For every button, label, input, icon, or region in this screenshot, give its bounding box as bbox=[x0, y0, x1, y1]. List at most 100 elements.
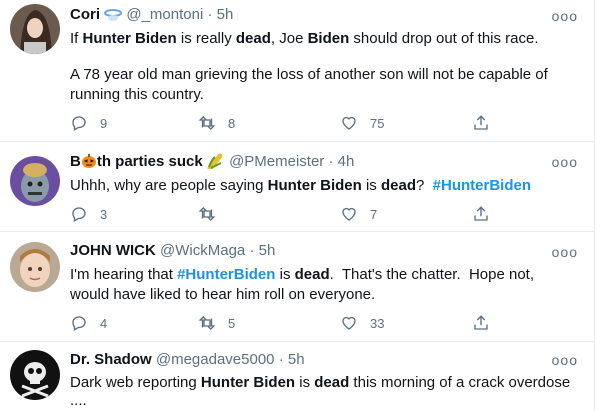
text-segment: is bbox=[361, 177, 381, 194]
text-bold: dead bbox=[380, 177, 416, 194]
text-segment: If bbox=[70, 30, 83, 47]
tweet-text-paragraph: A 78 year old man grieving the loss of a… bbox=[70, 66, 548, 103]
separator-dot: · bbox=[328, 153, 334, 170]
hashtag-link[interactable]: #HunterBiden bbox=[433, 177, 531, 194]
like-button[interactable]: 33 bbox=[340, 313, 384, 333]
tweet-header: Bth parties suck @PMemeister · 4h bbox=[70, 152, 354, 172]
reply-button[interactable]: 3 bbox=[70, 204, 107, 224]
separator-dot: · bbox=[278, 351, 284, 368]
reply-count: 9 bbox=[100, 115, 108, 131]
retweet-button[interactable] bbox=[198, 204, 228, 224]
tweet-feed: Cori @_montoni · 5h ooo If Hunter Biden … bbox=[0, 0, 595, 411]
text-segment: is really bbox=[176, 30, 236, 47]
more-options-icon[interactable]: ooo bbox=[552, 8, 578, 24]
tweet-header: JOHN WICK @WickMaga · 5h bbox=[70, 241, 275, 261]
tweet-actions: 9 8 75 bbox=[70, 113, 500, 133]
text-segment: , Joe bbox=[270, 30, 308, 47]
tweet[interactable]: Cori @_montoni · 5h ooo If Hunter Biden … bbox=[0, 0, 594, 142]
text-bold: Hunter Biden bbox=[82, 30, 177, 47]
separator-dot: · bbox=[207, 6, 213, 23]
handle[interactable]: @_montoni bbox=[126, 6, 203, 23]
corn-icon bbox=[207, 153, 223, 169]
hashtag-link[interactable]: #HunterBiden bbox=[177, 266, 275, 283]
share-button[interactable] bbox=[472, 204, 490, 224]
text-segment: is bbox=[295, 374, 315, 391]
text-segment: this morning of a crack overdose bbox=[349, 374, 571, 391]
share-icon bbox=[474, 115, 488, 130]
handle[interactable]: @WickMaga bbox=[160, 242, 245, 259]
retweet-button[interactable]: 5 bbox=[198, 313, 235, 333]
like-count: 75 bbox=[370, 115, 385, 131]
text-bold: Biden bbox=[307, 30, 350, 47]
pumpkin-icon bbox=[81, 154, 96, 168]
avatar-image bbox=[10, 242, 60, 292]
halo-icon bbox=[104, 9, 123, 21]
more-options-icon[interactable]: ooo bbox=[552, 154, 578, 170]
tweet-text: Dark web reporting Hunter Biden is dead … bbox=[70, 373, 575, 393]
avatar[interactable] bbox=[10, 242, 60, 292]
text-bold: dead bbox=[314, 374, 350, 391]
retweet-icon bbox=[198, 207, 216, 221]
tweet-text: I'm hearing that #HunterBiden is dead. T… bbox=[70, 265, 575, 285]
tweet-text: If Hunter Biden is really dead, Joe Bide… bbox=[70, 29, 575, 49]
retweet-icon bbox=[198, 316, 216, 330]
display-name[interactable]: Cori bbox=[70, 6, 100, 23]
display-name[interactable]: Dr. Shadow bbox=[70, 351, 152, 368]
reply-icon bbox=[72, 316, 86, 331]
timestamp[interactable]: 5h bbox=[217, 6, 234, 23]
avatar[interactable] bbox=[10, 4, 60, 54]
avatar-image bbox=[10, 156, 60, 206]
handle[interactable]: @megadave5000 bbox=[156, 351, 275, 368]
text-segment: is bbox=[275, 266, 295, 283]
text-segment: Dark web reporting bbox=[70, 374, 201, 391]
reply-button[interactable]: 4 bbox=[70, 313, 107, 333]
like-count: 33 bbox=[370, 315, 385, 331]
display-name[interactable]: JOHN WICK bbox=[70, 242, 156, 259]
text-segment: ? bbox=[415, 177, 433, 194]
more-options-icon[interactable]: ooo bbox=[552, 244, 578, 260]
tweet[interactable]: Bth parties suck @PMemeister · 4h ooo Uh… bbox=[0, 142, 594, 232]
text-bold: Hunter Biden bbox=[200, 374, 296, 391]
retweet-icon bbox=[198, 116, 216, 130]
tweet-text: Uhhh, why are people saying Hunter Biden… bbox=[70, 176, 575, 196]
avatar-image bbox=[10, 350, 60, 400]
like-button[interactable]: 7 bbox=[340, 204, 377, 224]
retweet-count: 8 bbox=[228, 115, 236, 131]
more-options-icon[interactable]: ooo bbox=[552, 352, 578, 368]
text-bold: dead bbox=[235, 30, 271, 47]
like-count: 7 bbox=[370, 206, 378, 222]
text-segment: . That's the chatter. Hope not, bbox=[329, 266, 534, 283]
tweet-actions: 4 5 33 bbox=[70, 313, 500, 333]
text-bold: dead bbox=[294, 266, 330, 283]
tweet-text-line: .... bbox=[70, 392, 87, 409]
timestamp[interactable]: 5h bbox=[259, 242, 276, 259]
name-part: B bbox=[70, 153, 81, 170]
name-part: th parties suck bbox=[96, 153, 203, 170]
timestamp[interactable]: 5h bbox=[288, 351, 305, 368]
text-segment: Uhhh, why are people saying bbox=[70, 177, 268, 194]
like-button[interactable]: 75 bbox=[340, 113, 384, 133]
avatar[interactable] bbox=[10, 156, 60, 206]
heart-icon bbox=[342, 116, 356, 130]
text-segment: should drop out of this race. bbox=[349, 30, 539, 47]
avatar-image bbox=[10, 4, 60, 54]
reply-count: 3 bbox=[100, 206, 108, 222]
retweet-button[interactable]: 8 bbox=[198, 113, 235, 133]
share-icon bbox=[474, 206, 488, 221]
share-button[interactable] bbox=[472, 313, 490, 333]
tweet-text-line: would have liked to hear him roll on eve… bbox=[70, 286, 376, 303]
avatar[interactable] bbox=[10, 350, 60, 400]
tweet[interactable]: JOHN WICK @WickMaga · 5h ooo I'm hearing… bbox=[0, 232, 594, 342]
share-icon bbox=[474, 315, 488, 330]
tweet-header: Cori @_montoni · 5h bbox=[70, 5, 233, 25]
display-name[interactable]: Bth parties suck bbox=[70, 153, 203, 170]
reply-button[interactable]: 9 bbox=[70, 113, 107, 133]
tweet-header: Dr. Shadow @megadave5000 · 5h bbox=[70, 350, 305, 370]
share-button[interactable] bbox=[472, 113, 490, 133]
heart-icon bbox=[342, 316, 356, 330]
reply-icon bbox=[72, 116, 86, 131]
handle[interactable]: @PMemeister bbox=[229, 153, 324, 170]
reply-count: 4 bbox=[100, 315, 108, 331]
timestamp[interactable]: 4h bbox=[338, 153, 355, 170]
tweet[interactable]: Dr. Shadow @megadave5000 · 5h ooo Dark w… bbox=[0, 342, 594, 411]
